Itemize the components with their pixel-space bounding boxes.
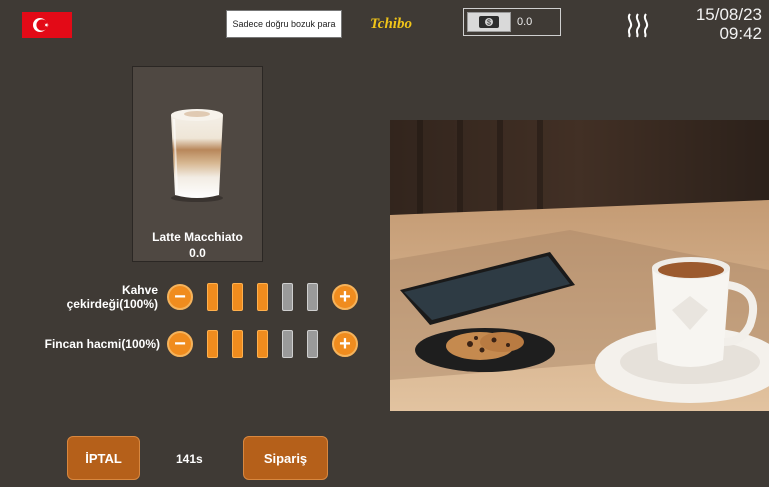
level-segment	[257, 283, 268, 311]
level-segment	[282, 283, 293, 311]
cup-volume-label: Fincan hacmi(100%)	[44, 337, 160, 351]
exact-change-notice: Sadece doğru bozuk para	[226, 10, 342, 38]
time-display: 09:42	[719, 24, 762, 43]
steam-icon	[622, 12, 654, 38]
coffee-strength-label-line2: çekirdeği(100%)	[66, 297, 158, 311]
coin-card-icon: $	[467, 12, 511, 32]
level-segment	[257, 330, 268, 358]
cancel-button[interactable]: İPTAL	[67, 436, 140, 480]
level-segment	[307, 283, 318, 311]
credit-display: $ 0.0	[463, 8, 561, 36]
coffee-strength-decrease-button[interactable]: −	[167, 284, 193, 310]
credit-value: 0.0	[517, 16, 533, 28]
level-segment	[207, 283, 218, 311]
coffee-strength-increase-button[interactable]: +	[332, 284, 358, 310]
svg-text:$: $	[487, 20, 491, 27]
level-segment	[307, 330, 318, 358]
plus-icon: +	[339, 286, 351, 308]
level-segment	[282, 330, 293, 358]
cup-volume-increase-button[interactable]: +	[332, 331, 358, 357]
cup-volume-decrease-button[interactable]: −	[167, 331, 193, 357]
brand-logo: Tchibo	[357, 13, 425, 35]
date-display: 15/08/23	[695, 5, 762, 24]
drink-price: 0.0	[189, 246, 206, 260]
level-segment	[207, 330, 218, 358]
level-segment	[232, 330, 243, 358]
brand-name: Tchibo	[370, 15, 412, 32]
coffee-scene-image	[390, 120, 769, 411]
coffee-strength-label: Kahve çekirdeği(100%)	[30, 283, 158, 311]
drink-name: Latte Macchiato	[152, 230, 243, 244]
turkey-flag-icon	[22, 12, 72, 38]
minus-icon: −	[174, 333, 186, 355]
coffee-strength-label-line1: Kahve	[121, 283, 158, 297]
plus-icon: +	[339, 333, 351, 355]
countdown-timer: 141s	[176, 452, 203, 466]
level-segment	[232, 283, 243, 311]
language-flag-button[interactable]	[22, 12, 72, 38]
order-button[interactable]: Sipariş	[243, 436, 328, 480]
minus-icon: −	[174, 286, 186, 308]
